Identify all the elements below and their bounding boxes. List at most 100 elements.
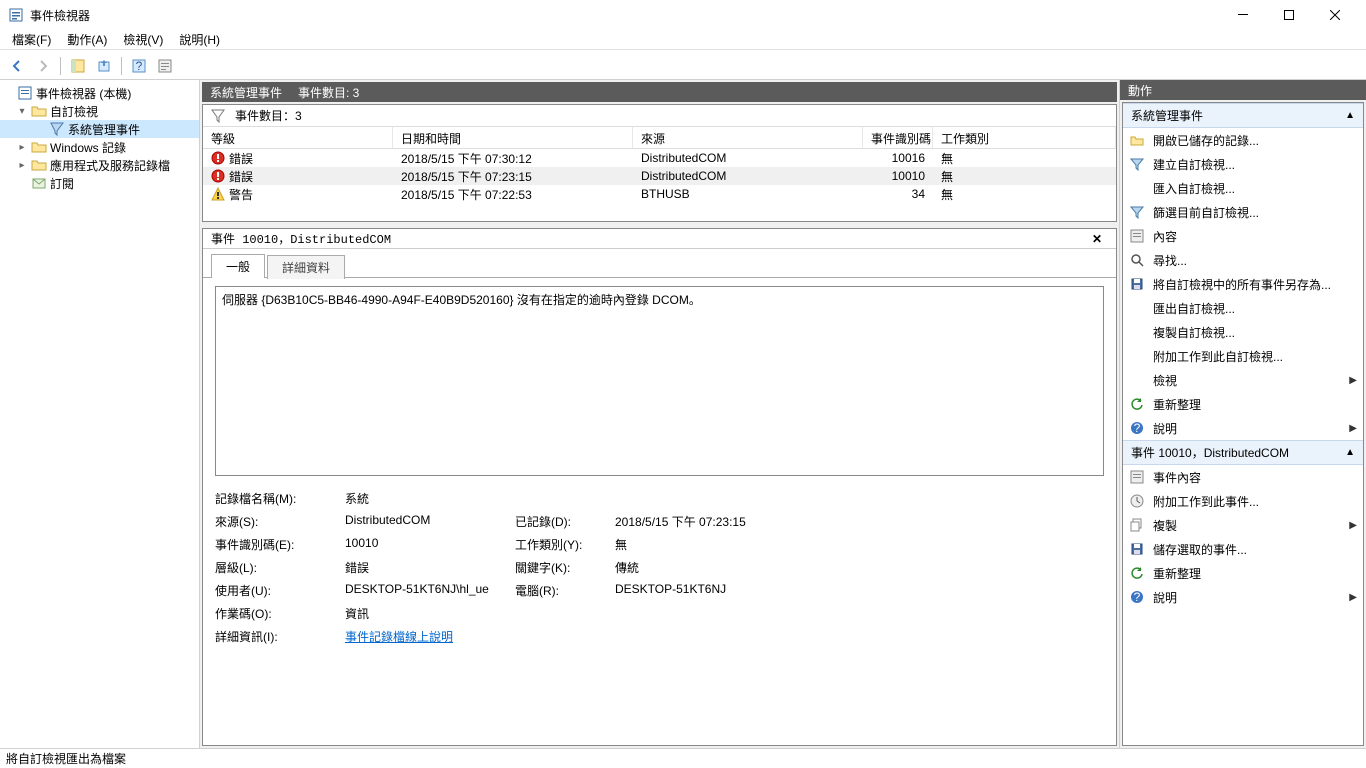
- label-opcode: 作業碼(O):: [215, 605, 335, 622]
- table-row[interactable]: 警告2018/5/15 下午 07:22:53BTHUSB34無: [203, 185, 1116, 203]
- tree-label: 系統管理事件: [68, 121, 140, 138]
- action-item[interactable]: 建立自訂檢視...: [1123, 152, 1363, 176]
- expand-icon[interactable]: ▸: [16, 160, 28, 171]
- cell-event-id: 34: [863, 186, 933, 202]
- action-item[interactable]: 篩選目前自訂檢視...: [1123, 200, 1363, 224]
- menu-view[interactable]: 檢視(V): [115, 29, 171, 50]
- tree-app-service-logs[interactable]: ▸應用程式及服務記錄檔: [0, 156, 199, 174]
- expand-icon[interactable]: ▸: [16, 142, 28, 153]
- cell-level: 警告: [229, 186, 253, 203]
- main-area: 事件檢視器 (本機) ▾ 自訂檢視 系統管理事件 ▸Windows 記錄 ▸應用程…: [0, 80, 1366, 748]
- tab-general[interactable]: 一般: [211, 254, 265, 278]
- collapse-icon[interactable]: ▾: [16, 106, 28, 117]
- table-row[interactable]: 錯誤2018/5/15 下午 07:30:12DistributedCOM100…: [203, 149, 1116, 167]
- action-label: 複製自訂檢視...: [1153, 324, 1235, 341]
- cell-event-id: 10016: [863, 150, 933, 166]
- copy-icon: [1129, 517, 1145, 533]
- action-item[interactable]: 事件內容: [1123, 465, 1363, 489]
- collapse-icon[interactable]: ▲: [1345, 110, 1355, 121]
- col-source[interactable]: 來源: [633, 127, 863, 148]
- error-icon: [211, 169, 225, 183]
- table-row[interactable]: 錯誤2018/5/15 下午 07:23:15DistributedCOM100…: [203, 167, 1116, 185]
- label-event-id: 事件識別碼(E):: [215, 536, 335, 553]
- action-label: 附加工作到此事件...: [1153, 493, 1259, 510]
- col-event-id[interactable]: 事件識別碼: [863, 127, 933, 148]
- action-item[interactable]: 儲存選取的事件...: [1123, 537, 1363, 561]
- chevron-right-icon: ▶: [1349, 520, 1357, 531]
- menu-help[interactable]: 說明(H): [171, 29, 228, 50]
- action-item[interactable]: 附加工作到此事件...: [1123, 489, 1363, 513]
- nav-tree[interactable]: 事件檢視器 (本機) ▾ 自訂檢視 系統管理事件 ▸Windows 記錄 ▸應用程…: [0, 80, 200, 748]
- filter-bar: 事件數目：3: [203, 105, 1116, 127]
- action-item[interactable]: 檢視▶: [1123, 368, 1363, 392]
- export-button[interactable]: [93, 55, 115, 77]
- col-date[interactable]: 日期和時間: [393, 127, 633, 148]
- chevron-right-icon: ▶: [1349, 375, 1357, 386]
- collapse-icon[interactable]: ▲: [1345, 447, 1355, 458]
- action-item[interactable]: 尋找...: [1123, 248, 1363, 272]
- menu-file[interactable]: 檔案(F): [4, 29, 59, 50]
- value-level: 錯誤: [345, 559, 505, 576]
- action-label: 儲存選取的事件...: [1153, 541, 1247, 558]
- window-title: 事件檢視器: [30, 7, 1220, 24]
- detail-tabs: 一般 詳細資料: [203, 249, 1116, 277]
- value-computer: DESKTOP-51KT6NJ: [615, 582, 1104, 599]
- menu-action[interactable]: 動作(A): [59, 29, 115, 50]
- action-item[interactable]: 重新整理: [1123, 561, 1363, 585]
- center-header: 系統管理事件 事件數目: 3: [202, 82, 1117, 102]
- back-button[interactable]: [6, 55, 28, 77]
- action-item[interactable]: 將自訂檢視中的所有事件另存為...: [1123, 272, 1363, 296]
- action-item[interactable]: 附加工作到此自訂檢視...: [1123, 344, 1363, 368]
- action-label: 匯出自訂檢視...: [1153, 300, 1235, 317]
- tree-admin-events[interactable]: 系統管理事件: [0, 120, 199, 138]
- grid-body[interactable]: 錯誤2018/5/15 下午 07:30:12DistributedCOM100…: [203, 149, 1116, 221]
- detail-message[interactable]: 伺服器 {D63B10C5-BB46-4990-A94F-E40B9D52016…: [215, 286, 1104, 476]
- filter-icon[interactable]: [211, 109, 225, 123]
- action-item[interactable]: ?說明▶: [1123, 416, 1363, 440]
- link-more-info[interactable]: 事件記錄檔線上說明: [345, 628, 505, 645]
- tree-label: 訂閱: [50, 175, 74, 192]
- svg-text:?: ?: [1134, 590, 1141, 604]
- detail-title: 事件 10010，DistributedCOM: [211, 230, 1092, 247]
- value-user: DESKTOP-51KT6NJ\hl_ue: [345, 582, 505, 599]
- tree-windows-logs[interactable]: ▸Windows 記錄: [0, 138, 199, 156]
- close-button[interactable]: [1312, 0, 1358, 30]
- col-category[interactable]: 工作類別: [933, 127, 1116, 148]
- show-tree-button[interactable]: [67, 55, 89, 77]
- warning-icon: [211, 187, 225, 201]
- app-icon: [8, 7, 24, 23]
- chevron-right-icon: ▶: [1349, 423, 1357, 434]
- action-item[interactable]: 開啟已儲存的記錄...: [1123, 128, 1363, 152]
- action-item[interactable]: 複製自訂檢視...: [1123, 320, 1363, 344]
- action-item[interactable]: 匯入自訂檢視...: [1123, 176, 1363, 200]
- action-item[interactable]: 複製▶: [1123, 513, 1363, 537]
- minimize-button[interactable]: [1220, 0, 1266, 30]
- action-label: 內容: [1153, 228, 1177, 245]
- properties-button[interactable]: [154, 55, 176, 77]
- tree-label: 自訂檢視: [50, 103, 98, 120]
- maximize-button[interactable]: [1266, 0, 1312, 30]
- action-item[interactable]: 內容: [1123, 224, 1363, 248]
- value-source: DistributedCOM: [345, 513, 505, 530]
- tree-custom-views[interactable]: ▾ 自訂檢視: [0, 102, 199, 120]
- forward-button[interactable]: [32, 55, 54, 77]
- tree-root[interactable]: 事件檢視器 (本機): [0, 84, 199, 102]
- tree-subscriptions[interactable]: 訂閱: [0, 174, 199, 192]
- action-item[interactable]: 重新整理: [1123, 392, 1363, 416]
- tab-details[interactable]: 詳細資料: [267, 255, 345, 279]
- folder-icon: [1129, 132, 1145, 148]
- actions-section-1: 系統管理事件▲: [1123, 103, 1363, 128]
- center-header-count: 事件數目: 3: [298, 84, 359, 101]
- props-icon: [1129, 228, 1145, 244]
- blank-icon: [1129, 348, 1145, 364]
- col-level[interactable]: 等級: [203, 127, 393, 148]
- detail-properties: 記錄檔名稱(M): 系統 來源(S): DistributedCOM 已記錄(D…: [215, 490, 1104, 645]
- center-header-title: 系統管理事件: [210, 84, 282, 101]
- label-logged: 已記錄(D):: [515, 513, 605, 530]
- detail-close-button[interactable]: ✕: [1092, 232, 1108, 246]
- action-label: 開啟已儲存的記錄...: [1153, 132, 1259, 149]
- help-button[interactable]: ?: [128, 55, 150, 77]
- action-item[interactable]: 匯出自訂檢視...: [1123, 296, 1363, 320]
- action-label: 附加工作到此自訂檢視...: [1153, 348, 1283, 365]
- action-item[interactable]: ?說明▶: [1123, 585, 1363, 609]
